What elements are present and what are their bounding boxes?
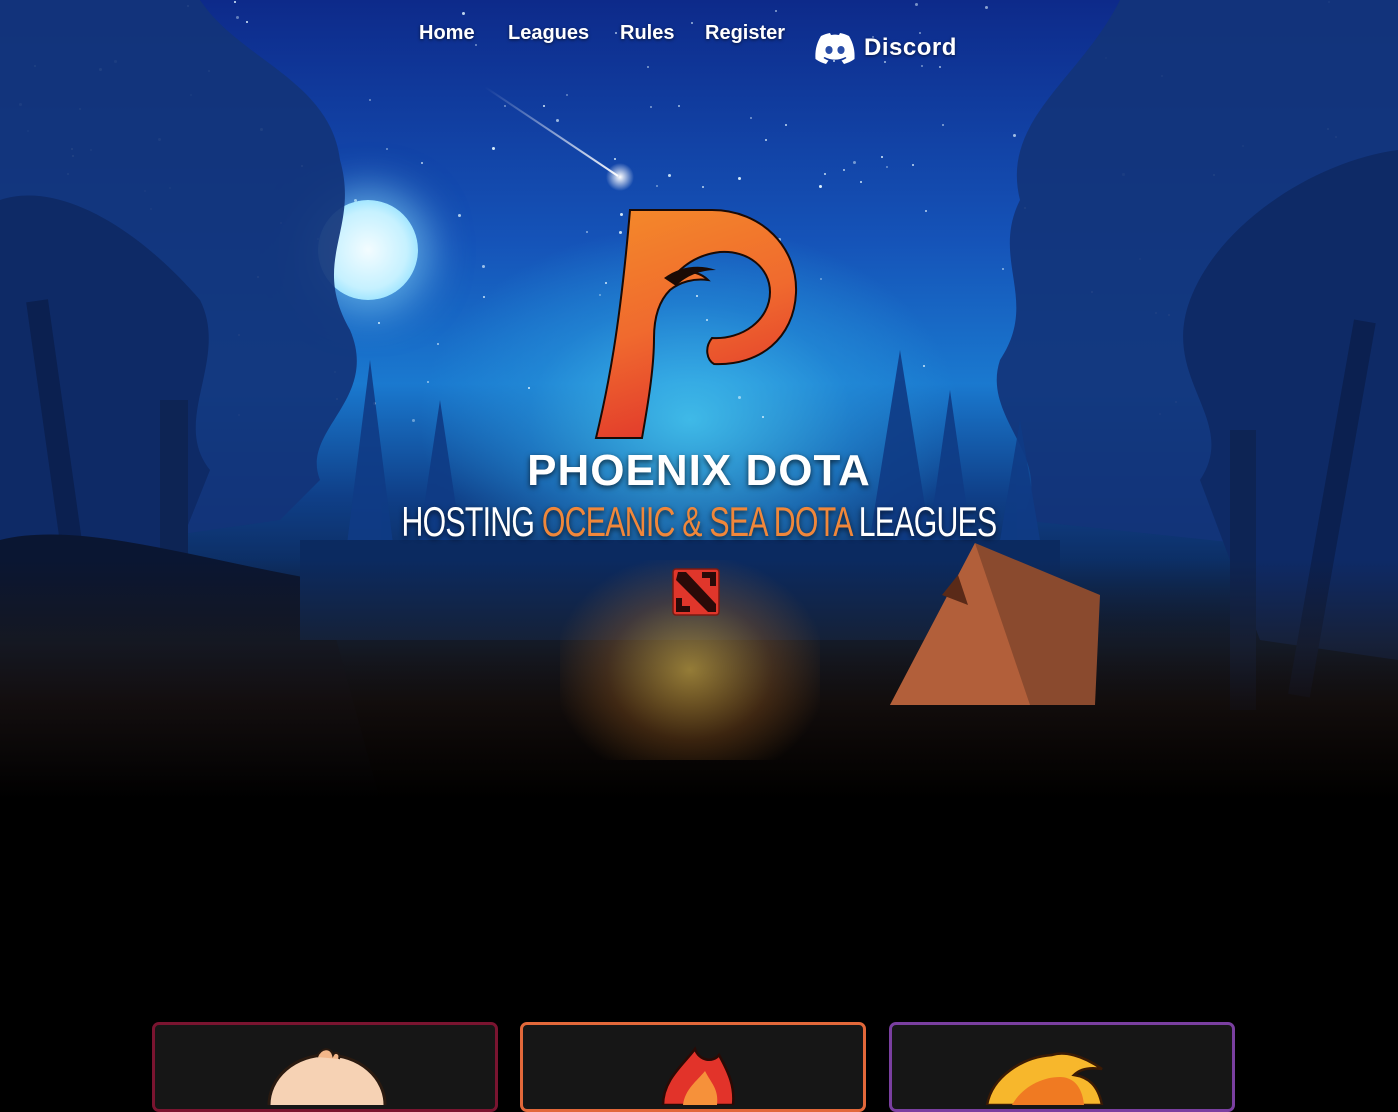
nav-leagues[interactable]: Leagues [508, 22, 589, 45]
tent [890, 543, 1100, 705]
subtitle-highlight: OCEANIC & SEA DOTA [541, 498, 852, 545]
baby-avatar-icon [267, 1048, 387, 1105]
nav-register[interactable]: Register [705, 22, 785, 45]
league-card-3[interactable] [889, 1022, 1235, 1112]
discord-icon [815, 33, 855, 64]
top-nav: Home Leagues Rules Register Discord [0, 20, 1398, 64]
flame-avatar-icon [661, 1046, 735, 1105]
league-card-2[interactable] [520, 1022, 866, 1112]
page-subtitle: HOSTING OCEANIC & SEA DOTA LEAGUES [196, 498, 1203, 546]
subtitle-post: LEAGUES [851, 498, 998, 545]
phoenix-p-logo [594, 209, 798, 439]
discord-label: Discord [864, 34, 957, 61]
subtitle-pre: HOSTING [401, 498, 542, 545]
nav-home[interactable]: Home [419, 22, 475, 45]
phoenix-avatar-icon [985, 1052, 1104, 1105]
nav-rules[interactable]: Rules [620, 22, 674, 45]
league-card-1[interactable] [152, 1022, 498, 1112]
dota-icon [672, 568, 720, 616]
discord-link[interactable]: Discord [814, 32, 957, 64]
league-cards [0, 1022, 1398, 1112]
page-title: PHOENIX DOTA [527, 446, 871, 495]
